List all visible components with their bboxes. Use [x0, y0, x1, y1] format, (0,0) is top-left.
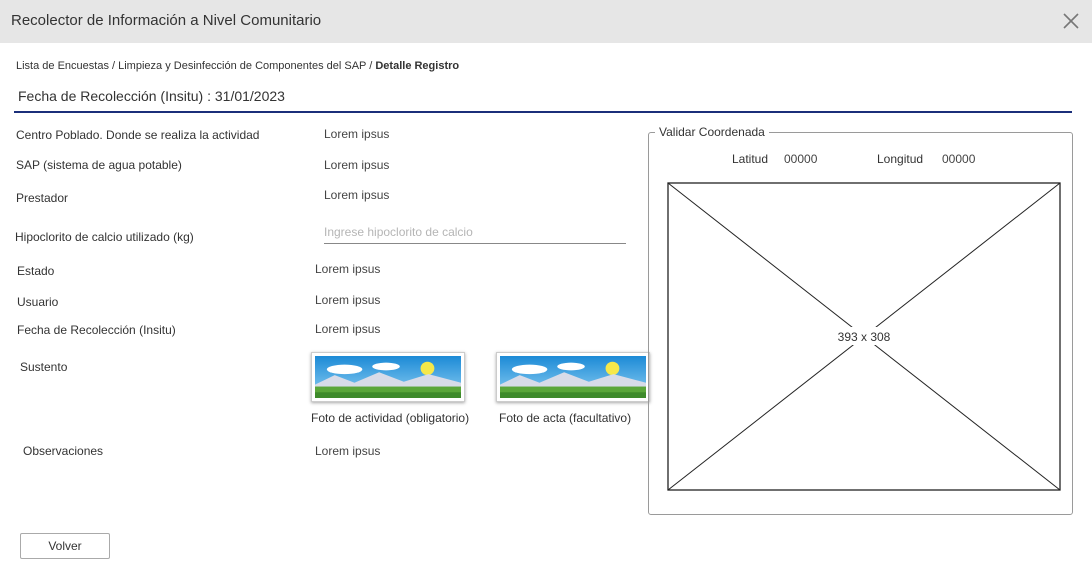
back-button[interactable]: Volver [20, 533, 110, 559]
hipoclorito-label: Hipoclorito de calcio utilizado (kg) [15, 230, 194, 244]
window-title: Recolector de Información a Nivel Comuni… [11, 12, 322, 29]
sustento-label: Sustento [20, 360, 68, 374]
breadcrumb: Lista de Encuestas / Limpieza y Desinfec… [16, 60, 459, 72]
sap-label: SAP (sistema de agua potable) [16, 158, 182, 172]
foto-actividad-caption: Foto de actividad (obligatorio) [311, 411, 470, 425]
usuario-value: Lorem ipsus [315, 293, 381, 307]
breadcrumb-separator: / [366, 60, 376, 72]
title-bar: Recolector de Información a Nivel Comuni… [0, 0, 1092, 43]
breadcrumb-current: Detalle Registro [375, 60, 460, 72]
estado-label: Estado [17, 264, 55, 278]
prestador-value: Lorem ipsus [324, 188, 390, 202]
observaciones-value: Lorem ipsus [315, 444, 381, 458]
estado-value: Lorem ipsus [315, 262, 381, 276]
centro-poblado-value: Lorem ipsus [324, 127, 390, 141]
map-placeholder[interactable]: 393 x 308 [667, 182, 1061, 491]
fecha-label: Fecha de Recolección (Insitu) [17, 323, 176, 337]
observaciones-label: Observaciones [23, 444, 104, 458]
breadcrumb-item-limpieza[interactable]: Limpieza y Desinfección de Componentes d… [118, 60, 366, 72]
map-placeholder-label: 393 x 308 [838, 330, 891, 344]
page-title: Fecha de Recolección (Insitu) : 31/01/20… [18, 88, 285, 104]
latitude-value: 00000 [784, 152, 818, 166]
longitude-value: 00000 [942, 152, 976, 166]
longitude-label: Longitud [877, 152, 924, 166]
breadcrumb-separator: / [108, 60, 119, 72]
landscape-image-icon [315, 356, 461, 398]
coordinates-legend: Validar Coordenada [655, 125, 769, 139]
prestador-label: Prestador [16, 191, 69, 205]
header-divider [14, 111, 1072, 113]
breadcrumb-item-lista-encuestas[interactable]: Lista de Encuestas [16, 60, 109, 72]
foto-acta-caption: Foto de acta (facultativo) [499, 411, 632, 425]
usuario-label: Usuario [17, 295, 59, 309]
sap-value: Lorem ipsus [324, 158, 390, 172]
centro-poblado-label: Centro Poblado. Donde se realiza la acti… [16, 128, 260, 142]
hipoclorito-input[interactable] [324, 224, 626, 244]
latitude-label: Latitud [732, 152, 769, 166]
foto-acta-thumbnail[interactable] [496, 352, 650, 402]
close-icon[interactable] [1061, 11, 1081, 31]
foto-actividad-thumbnail[interactable] [311, 352, 465, 402]
landscape-image-icon [500, 356, 646, 398]
fecha-value: Lorem ipsus [315, 322, 381, 336]
